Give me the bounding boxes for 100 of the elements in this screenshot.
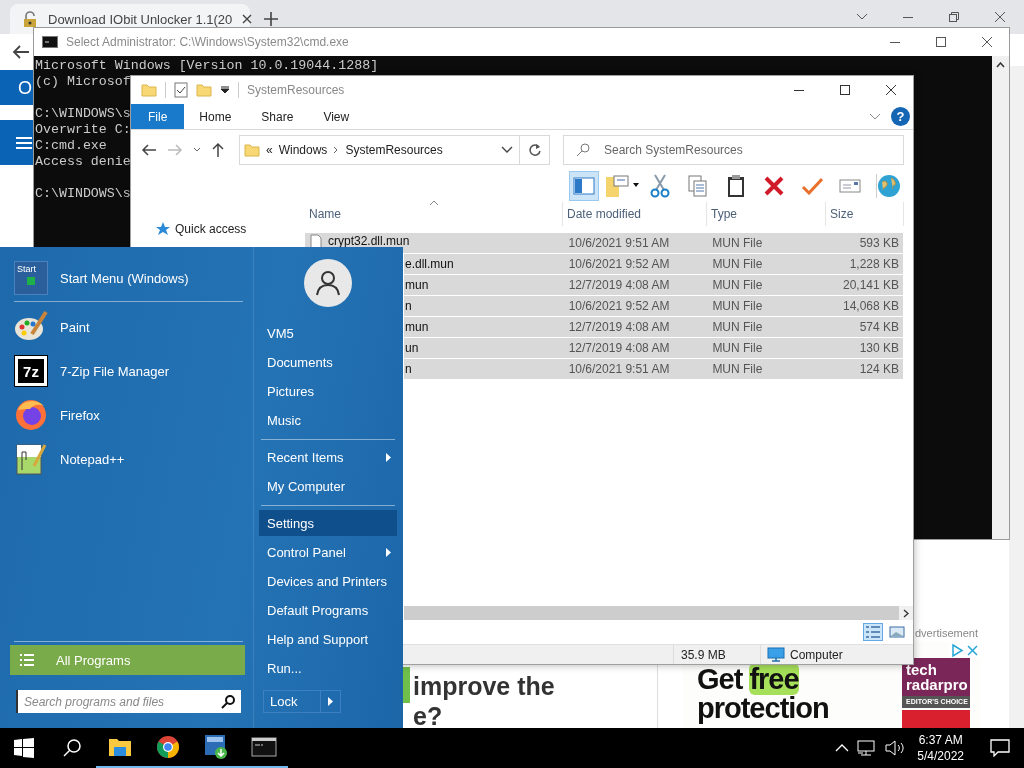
file-row[interactable]: n 10/6/2021 9:51 AM MUN File 124 KB <box>404 359 903 380</box>
ribbon-tab[interactable]: File <box>131 104 185 129</box>
breadcrumb[interactable]: SystemResources <box>345 143 443 157</box>
console-line: Overwrite C: <box>35 122 131 138</box>
new-tab-icon[interactable] <box>264 12 278 26</box>
table-cell-text: 14,068 KB <box>841 299 900 313</box>
user-avatar[interactable] <box>304 259 352 307</box>
file-row[interactable]: mun 12/7/2019 4:08 AM MUN File 20,141 KB <box>404 275 903 296</box>
file-row[interactable]: mun 12/7/2019 4:08 AM MUN File 574 KB <box>404 317 903 338</box>
chrome-icon[interactable] <box>156 735 180 759</box>
column-header[interactable]: Size <box>826 202 904 226</box>
scissors-icon[interactable] <box>650 174 670 198</box>
envelope-icon[interactable] <box>839 179 861 193</box>
folder-icon[interactable] <box>108 737 132 757</box>
close-icon[interactable] <box>981 36 993 48</box>
seven-zip-logo: 7z <box>15 356 47 386</box>
scroll-right-icon[interactable] <box>903 608 909 618</box>
file-row[interactable]: crypt32.dll.mun 10/6/2021 9:51 AM MUN File 593 KB <box>305 233 903 254</box>
preview-pane-icon[interactable] <box>573 177 595 195</box>
clock[interactable]: 6:37 AM 5/4/2022 <box>917 732 964 764</box>
ribbon-tab[interactable]: Share <box>246 104 309 129</box>
adchoices-icon[interactable] <box>949 643 964 658</box>
restore-icon[interactable] <box>948 11 960 23</box>
nav-item[interactable]: Quick access <box>175 222 247 236</box>
properties-check-icon[interactable] <box>174 82 188 98</box>
chevron-down-icon[interactable] <box>856 13 868 21</box>
start-menu-item[interactable]: Notepad++ <box>60 451 125 467</box>
console-line: Access denie <box>35 154 131 170</box>
scroll-up-icon[interactable] <box>996 62 1005 68</box>
chevron-up-icon[interactable] <box>835 744 850 752</box>
lock-button[interactable]: Lock <box>263 690 321 713</box>
menu-icon[interactable] <box>16 135 32 150</box>
ribbon-tab[interactable]: View <box>308 104 365 129</box>
start-menu-link[interactable]: Run... <box>259 654 397 683</box>
search-field[interactable]: Search SystemResources <box>563 135 904 165</box>
refresh-button[interactable] <box>520 135 550 165</box>
table-cell-text: 10/6/2021 9:52 AM <box>567 257 671 271</box>
start-menu-link[interactable]: Control Panel <box>259 538 397 567</box>
globe-icon[interactable] <box>876 174 901 198</box>
ad-label: dvertisement <box>915 627 978 639</box>
notification-icon[interactable] <box>990 739 1010 757</box>
up-arrow-icon[interactable] <box>211 142 225 158</box>
start-menu-link[interactable]: Settings <box>259 510 397 536</box>
dropdown-icon[interactable] <box>501 146 513 154</box>
table-cell-text: 10/6/2021 9:51 AM <box>567 236 671 250</box>
help-button[interactable]: ? <box>891 107 910 126</box>
start-menu-item[interactable]: Firefox <box>60 407 100 423</box>
computer-icon <box>767 646 785 663</box>
maximize-icon[interactable] <box>935 36 947 48</box>
windows-logo-icon[interactable] <box>14 738 34 758</box>
column-header[interactable]: Date modified <box>563 202 707 226</box>
file-row[interactable]: n 10/6/2021 9:52 AM MUN File 14,068 KB <box>404 296 903 317</box>
clipboard-icon[interactable] <box>726 174 746 198</box>
back-arrow-icon[interactable] <box>141 143 157 157</box>
close-icon[interactable] <box>994 11 1006 23</box>
column-header[interactable]: Name <box>305 202 563 226</box>
copy-icon[interactable] <box>688 175 708 197</box>
start-menu-link[interactable]: VM5 <box>259 319 397 348</box>
file-name: n <box>405 362 412 376</box>
start-menu-item[interactable]: 7-Zip File Manager <box>60 363 170 379</box>
submenu-arrow-icon <box>386 548 391 557</box>
start-menu-item[interactable]: Start Menu (Windows) <box>60 270 189 286</box>
start-menu-link[interactable]: Music <box>259 406 397 435</box>
start-menu-link[interactable]: Pictures <box>259 377 397 406</box>
close-icon[interactable] <box>885 84 897 96</box>
start-menu-link[interactable]: My Computer <box>259 472 397 501</box>
start-menu-link[interactable]: Default Programs <box>259 596 397 625</box>
start-menu-item[interactable]: Paint <box>60 319 90 335</box>
column-header[interactable]: Type <box>707 202 826 226</box>
notepad-icon <box>14 442 48 476</box>
ribbon-tab[interactable]: Home <box>184 104 247 129</box>
checkmark-icon[interactable] <box>801 177 823 195</box>
start-menu-link[interactable]: Documents <box>259 348 397 377</box>
network-icon[interactable] <box>857 740 878 756</box>
start-menu-link[interactable]: Recent Items <box>259 443 397 472</box>
table-cell-text: 574 KB <box>858 320 900 334</box>
back-arrow-icon[interactable] <box>12 44 30 60</box>
installer-box-icon[interactable] <box>204 734 228 760</box>
start-menu-link[interactable]: Devices and Printers <box>259 567 397 596</box>
search-icon[interactable] <box>63 739 81 757</box>
maximize-icon[interactable] <box>839 84 851 96</box>
delete-icon[interactable] <box>764 176 784 196</box>
close-icon[interactable] <box>242 14 253 24</box>
file-row[interactable]: un 12/7/2019 4:08 AM MUN File 130 KB <box>404 338 903 359</box>
file-name: crypt32.dll.mun <box>328 233 410 248</box>
breadcrumb[interactable]: Windows <box>278 143 328 157</box>
details-view-icon[interactable] <box>865 625 881 639</box>
power-options-button[interactable] <box>321 690 341 713</box>
start-menu-link[interactable]: Help and Support <box>259 625 397 654</box>
table-cell-text: 12/7/2019 4:08 AM <box>567 341 671 355</box>
file-row[interactable]: e.dll.mun 10/6/2021 9:52 AM MUN File 1,228 KB <box>404 254 903 275</box>
table-cell-text: 12/7/2019 4:08 AM <box>567 278 671 292</box>
expand-ribbon-icon[interactable] <box>869 112 881 121</box>
volume-icon[interactable] <box>885 740 906 756</box>
recent-locations-icon[interactable] <box>193 147 201 153</box>
console-icon[interactable] <box>251 737 277 757</box>
dropdown-icon[interactable] <box>220 86 230 94</box>
address-bar[interactable]: « Windows SystemResources <box>239 135 520 165</box>
table-cell-text: 10/6/2021 9:51 AM <box>567 362 671 376</box>
search-field[interactable]: Search programs and files <box>16 690 241 713</box>
